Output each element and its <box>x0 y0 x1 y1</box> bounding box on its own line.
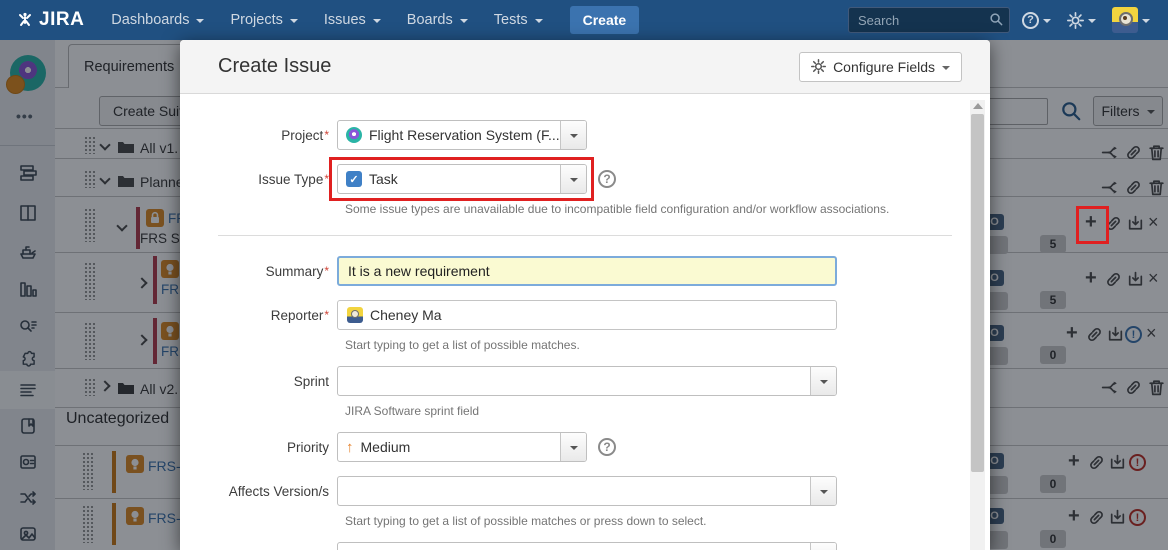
reporter-value: Cheney Ma <box>370 307 442 323</box>
chevron-down-icon <box>570 446 578 450</box>
dropdown-arrow-button[interactable] <box>560 433 586 461</box>
create-button[interactable]: Create <box>570 6 640 34</box>
chevron-down-icon <box>942 66 950 70</box>
issue-type-value: Task <box>369 171 398 187</box>
chevron-down-icon <box>1088 19 1096 23</box>
nav-menu-projects[interactable]: Projects <box>217 0 310 40</box>
quick-search <box>848 7 1010 33</box>
affects-versions-hint: Start typing to get a list of possible m… <box>345 514 990 528</box>
dialog-body: Project* Flight Reservation System (F...… <box>180 94 990 550</box>
chevron-down-icon <box>820 380 828 384</box>
dropdown-arrow-button[interactable] <box>810 367 836 395</box>
dialog-header: Create Issue Configure Fields <box>180 40 990 94</box>
issue-type-select[interactable]: Task <box>337 164 587 194</box>
required-marker: * <box>324 264 329 278</box>
project-avatar-icon <box>346 127 362 143</box>
project-value: Flight Reservation System (F... <box>369 127 560 143</box>
configure-fields-button[interactable]: Configure Fields <box>799 52 962 82</box>
search-icon <box>989 12 1004 32</box>
priority-field-row: Priority Medium <box>180 432 990 462</box>
gear-icon <box>1067 12 1084 29</box>
jira-logo[interactable]: JIRA <box>0 9 98 31</box>
required-marker: * <box>324 308 329 322</box>
priority-medium-icon <box>346 439 354 456</box>
chevron-down-icon <box>1043 19 1051 23</box>
button-label: Configure Fields <box>833 59 935 75</box>
create-issue-dialog: Create Issue Configure Fields Project* F… <box>180 40 990 550</box>
summary-input[interactable] <box>337 256 837 286</box>
field-label: Sprint <box>180 374 337 389</box>
dialog-scrollbar[interactable] <box>970 100 985 550</box>
help-icon[interactable] <box>598 170 616 188</box>
divider <box>218 235 952 236</box>
brand-label: JIRA <box>39 9 84 31</box>
dropdown-arrow-button[interactable] <box>560 121 586 149</box>
required-marker: * <box>324 128 329 142</box>
chevron-down-icon <box>535 19 543 23</box>
nav-menu-boards[interactable]: Boards <box>394 0 481 40</box>
nav-menu-issues[interactable]: Issues <box>311 0 394 40</box>
jira-mascot-icon <box>16 11 34 29</box>
chevron-down-icon <box>570 134 578 138</box>
field-label: Project* <box>180 128 337 143</box>
menu-label: Issues <box>324 12 366 28</box>
top-navigation-bar: JIRA Dashboards Projects Issues Boards T… <box>0 0 1168 40</box>
fix-versions-select[interactable] <box>337 542 837 550</box>
sprint-field-row: Sprint <box>180 366 990 396</box>
affects-versions-select[interactable] <box>337 476 837 506</box>
help-icon[interactable] <box>598 438 616 456</box>
nav-menu-dashboards[interactable]: Dashboards <box>98 0 217 40</box>
priority-select[interactable]: Medium <box>337 432 587 462</box>
fix-versions-field-row: Fix Version/s <box>180 542 990 550</box>
chevron-down-icon <box>820 490 828 494</box>
project-field-row: Project* Flight Reservation System (F... <box>180 120 990 150</box>
field-label: Affects Version/s <box>180 484 337 499</box>
reporter-hint: Start typing to get a list of possible m… <box>345 338 990 352</box>
chevron-down-icon <box>1142 19 1150 23</box>
field-label: Priority <box>180 440 337 455</box>
nav-menu-tests[interactable]: Tests <box>481 0 556 40</box>
scrollbar-thumb[interactable] <box>971 114 984 472</box>
affects-versions-field-row: Affects Version/s <box>180 476 990 506</box>
task-type-icon <box>346 171 362 187</box>
chevron-down-icon <box>460 19 468 23</box>
menu-label: Boards <box>407 12 453 28</box>
gear-icon <box>811 59 826 74</box>
annotation-box <box>1076 206 1109 244</box>
chevron-down-icon <box>196 19 204 23</box>
dialog-title: Create Issue <box>218 55 331 78</box>
field-label: Reporter* <box>180 308 337 323</box>
chevron-down-icon <box>570 178 578 182</box>
reporter-field-row: Reporter* Cheney Ma <box>180 300 990 330</box>
issue-type-hint: Some issue types are unavailable due to … <box>345 202 990 216</box>
field-label: Issue Type* <box>180 172 337 187</box>
sprint-hint: JIRA Software sprint field <box>345 404 990 418</box>
profile-menu[interactable] <box>1108 7 1154 33</box>
help-menu[interactable] <box>1018 12 1055 29</box>
screen: JIRA Dashboards Projects Issues Boards T… <box>0 0 1168 550</box>
user-avatar <box>1112 7 1138 33</box>
dropdown-arrow-button[interactable] <box>560 165 586 193</box>
field-label: Summary* <box>180 264 337 279</box>
issue-type-field-row: Issue Type* Task <box>180 164 990 194</box>
dropdown-arrow-button[interactable] <box>810 477 836 505</box>
dropdown-arrow-button[interactable] <box>810 543 836 550</box>
chevron-down-icon <box>290 19 298 23</box>
search-input[interactable] <box>848 7 1010 33</box>
required-marker: * <box>324 172 329 186</box>
help-icon <box>1022 12 1039 29</box>
menu-label: Tests <box>494 12 528 28</box>
menu-label: Dashboards <box>111 12 189 28</box>
reporter-input[interactable]: Cheney Ma <box>337 300 837 330</box>
menu-label: Projects <box>230 12 282 28</box>
chevron-down-icon <box>373 19 381 23</box>
reporter-avatar <box>347 307 363 323</box>
summary-field-row: Summary* <box>180 256 990 286</box>
admin-menu[interactable] <box>1063 12 1100 29</box>
project-select[interactable]: Flight Reservation System (F... <box>337 120 587 150</box>
sprint-select[interactable] <box>337 366 837 396</box>
priority-value: Medium <box>361 439 411 455</box>
scroll-up-arrow[interactable] <box>973 103 983 109</box>
